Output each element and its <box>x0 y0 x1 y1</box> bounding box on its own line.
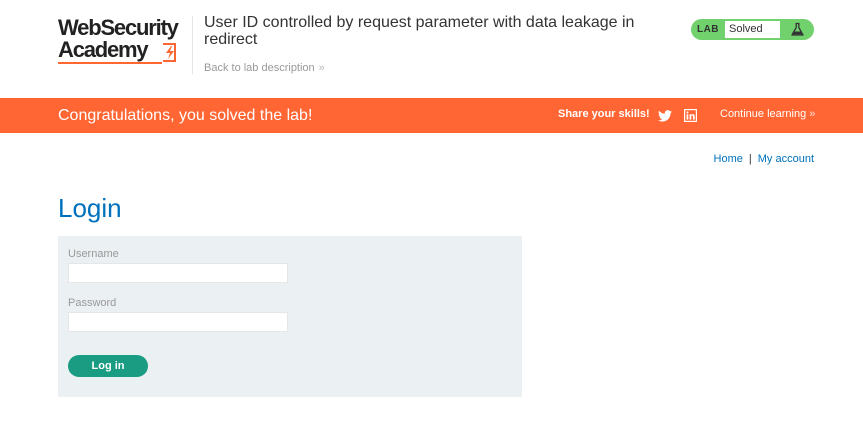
log-in-button[interactable]: Log in <box>68 355 148 377</box>
share-skills-label: Share your skills! <box>558 108 650 120</box>
username-input[interactable] <box>68 263 288 283</box>
lightning-bracket-icon <box>163 43 176 62</box>
page-header: WebSecurity Academy User ID controlled b… <box>0 0 863 98</box>
solved-banner: Congratulations, you solved the lab! Sha… <box>0 98 863 133</box>
password-label: Password <box>68 297 117 309</box>
lab-title: User ID controlled by request parameter … <box>204 14 635 48</box>
lab-status-badge: LAB Solved <box>691 19 814 40</box>
password-input[interactable] <box>68 312 288 332</box>
continue-learning-label: Continue learning <box>720 108 807 120</box>
back-to-lab-description-link[interactable]: Back to lab description» <box>204 62 325 74</box>
linkedin-icon[interactable] <box>684 109 697 122</box>
logo-text-line2: Academy <box>58 37 149 62</box>
my-account-link[interactable]: My account <box>758 153 814 165</box>
twitter-icon[interactable] <box>658 110 672 122</box>
username-label: Username <box>68 248 119 260</box>
back-link-label: Back to lab description <box>204 62 315 74</box>
header-divider <box>192 16 193 74</box>
account-nav: Home | My account <box>714 153 814 165</box>
lab-label: LAB <box>696 24 720 35</box>
double-chevron-right-icon: » <box>809 108 816 120</box>
logo-underline <box>58 62 162 64</box>
nav-separator: | <box>748 153 752 165</box>
lab-status-text: Solved <box>729 23 763 35</box>
double-chevron-right-icon: » <box>318 62 325 74</box>
page-title: Login <box>58 193 122 223</box>
congratulations-message: Congratulations, you solved the lab! <box>58 107 313 124</box>
flask-icon <box>791 22 804 36</box>
continue-learning-link[interactable]: Continue learning» <box>720 98 815 131</box>
home-link[interactable]: Home <box>714 153 743 165</box>
login-form: Username Password Log in <box>58 236 522 397</box>
web-security-academy-logo[interactable]: WebSecurity Academy <box>58 16 192 68</box>
